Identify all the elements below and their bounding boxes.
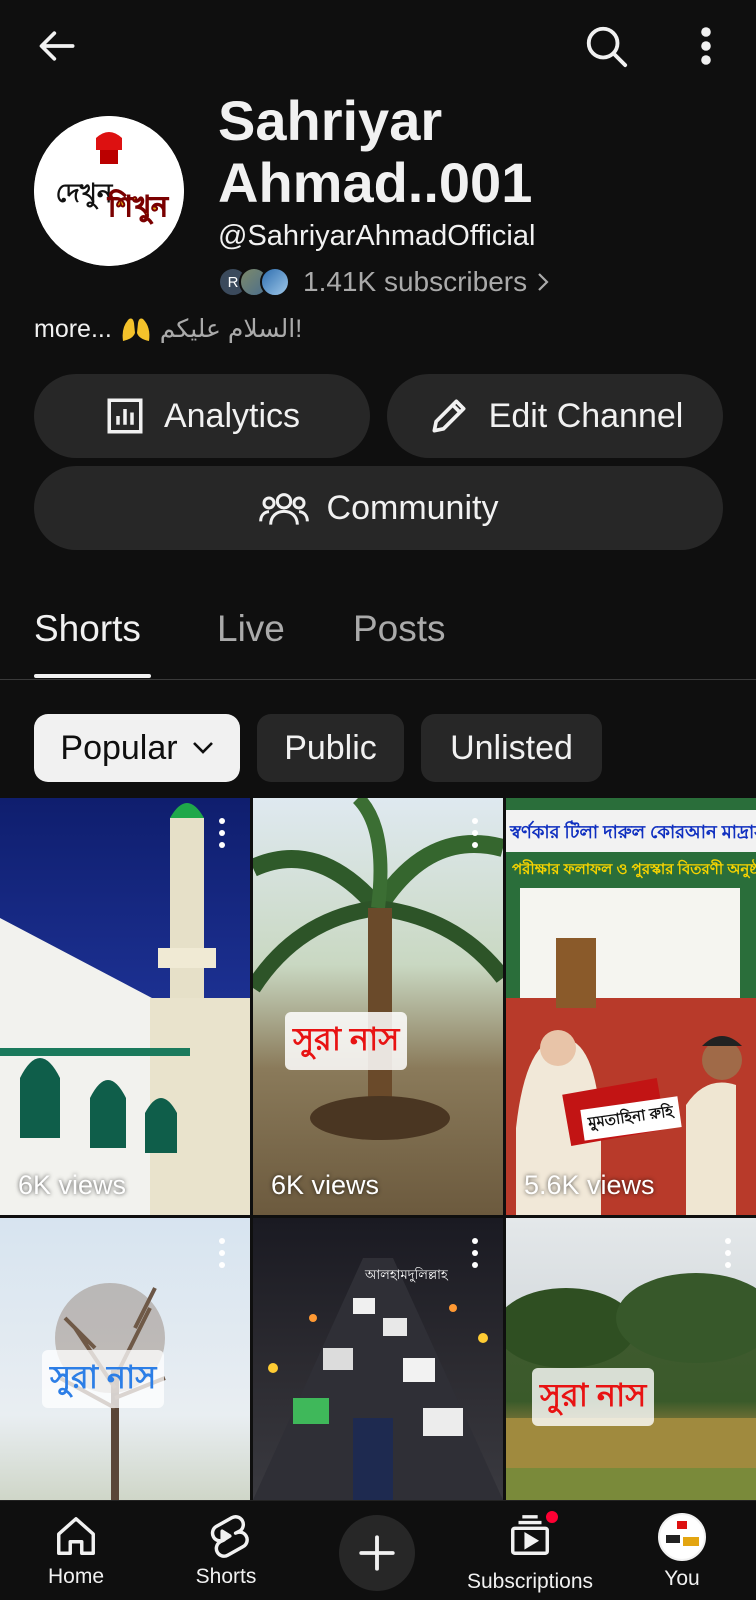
pencil-icon [432, 399, 466, 433]
subscriptions-icon-wrap [506, 1509, 560, 1564]
search-icon [586, 26, 628, 68]
shorts-grid: 6K views সুরা নাস 6K views স্বর্ণকার টিল… [0, 798, 756, 1500]
night-traffic-image [253, 1258, 503, 1500]
subscriber-avatar [260, 267, 290, 297]
nav-shorts[interactable]: Shorts [156, 1513, 296, 1589]
palm-tree-image [253, 798, 503, 1140]
raising-hands-icon [122, 318, 150, 341]
short-overlay-text: আলহামদুলিল্লাহ [365, 1267, 448, 1282]
profile-avatar-icon [658, 1513, 706, 1561]
short-overlay-text: সুরা নাস [532, 1368, 655, 1426]
nav-subscriptions[interactable]: Subscriptions [460, 1509, 600, 1594]
channel-handle: @SahriyarAhmadOfficial [218, 220, 536, 252]
nav-shorts-label: Shorts [195, 1565, 257, 1588]
lake-image [506, 1273, 756, 1500]
short-thumbnail[interactable]: আলহামদুলিল্লাহ [253, 1218, 503, 1500]
edit-channel-button[interactable]: Edit Channel [387, 374, 723, 458]
back-button[interactable] [32, 20, 84, 72]
bottom-navigation: Home Shorts Subscriptions You [0, 1500, 756, 1600]
subscribers-row[interactable]: R 1.41K subscribers [218, 264, 549, 300]
people-icon [258, 493, 309, 525]
tab-shorts[interactable]: Shorts [34, 608, 141, 650]
nav-home[interactable]: Home [6, 1513, 146, 1589]
filter-label: Unlisted [450, 728, 573, 767]
filter-label: Public [284, 728, 377, 767]
nav-you[interactable]: You [612, 1513, 752, 1591]
chevron-down-icon [192, 742, 213, 754]
edit-channel-label: Edit Channel [488, 396, 684, 435]
filter-chip-public[interactable]: Public [257, 714, 404, 782]
short-thumbnail[interactable]: 6K views [0, 798, 250, 1215]
subscriber-count: 1.41K subscribers [303, 266, 528, 297]
channel-description[interactable]: more... السلام عليكم! [34, 314, 302, 344]
nav-home-label: Home [47, 1565, 105, 1588]
analytics-icon [107, 398, 143, 434]
mosque-image [0, 803, 250, 1215]
short-menu-button[interactable] [722, 1238, 734, 1268]
home-icon [57, 1517, 95, 1555]
short-views: 6K views [271, 1170, 380, 1200]
filter-chip-popular[interactable]: Popular [34, 714, 240, 782]
channel-avatar[interactable]: দেখুন শিখুন [34, 116, 184, 266]
short-menu-button[interactable] [469, 818, 481, 848]
description-more: more... [34, 314, 112, 343]
filter-label: Popular [60, 728, 178, 767]
nav-subscriptions-label: Subscriptions [466, 1570, 594, 1593]
channel-name: Sahriyar Ahmad..001 [218, 89, 533, 214]
short-views: 6K views [18, 1170, 127, 1200]
short-menu-button[interactable] [216, 818, 228, 848]
create-button[interactable] [339, 1515, 415, 1591]
search-button[interactable] [580, 20, 632, 72]
svg-text:শিখুন: শিখুন [107, 189, 169, 224]
description-greeting: السلام عليكم! [159, 315, 303, 343]
more-options-button[interactable] [682, 20, 730, 72]
top-app-bar [0, 0, 756, 90]
notification-dot [544, 1509, 560, 1525]
shorts-icon [210, 1515, 249, 1558]
analytics-label: Analytics [163, 396, 301, 435]
short-menu-button[interactable] [216, 1238, 228, 1268]
short-menu-button[interactable] [469, 1238, 481, 1268]
award-ceremony-image [506, 888, 756, 1215]
community-label: Community [326, 488, 499, 527]
short-overlay-text: সুরা নাস [285, 1012, 408, 1070]
channel-tabs: Shorts Live Posts [0, 596, 756, 680]
analytics-button[interactable]: Analytics [34, 374, 370, 458]
plus-icon [359, 1535, 395, 1571]
short-thumbnail[interactable]: সুরা নাস 6K views [253, 798, 503, 1215]
channel-logo: দেখুন শিখুন [34, 116, 184, 266]
arrow-left-icon [39, 31, 75, 61]
short-views: 5.6K views [524, 1170, 655, 1200]
svg-text:দেখুন: দেখুন [56, 179, 114, 210]
tab-live[interactable]: Live [217, 608, 285, 650]
filter-chip-unlisted[interactable]: Unlisted [421, 714, 602, 782]
short-overlay-text: সুরা নাস [42, 1350, 165, 1408]
short-thumbnail[interactable]: স্বর্ণকার টিলা দারুল কোরআন মাদ্রাসা পরীক… [506, 798, 756, 1215]
community-button[interactable]: Community [34, 466, 723, 550]
short-thumbnail[interactable]: সুরা নাস [506, 1218, 756, 1500]
tab-posts[interactable]: Posts [353, 608, 446, 650]
more-vertical-icon [701, 27, 711, 65]
active-tab-indicator [34, 674, 151, 678]
chevron-right-icon [538, 273, 549, 291]
short-thumbnail[interactable]: সুরা নাস [0, 1218, 250, 1500]
nav-you-label: You [664, 1567, 700, 1590]
